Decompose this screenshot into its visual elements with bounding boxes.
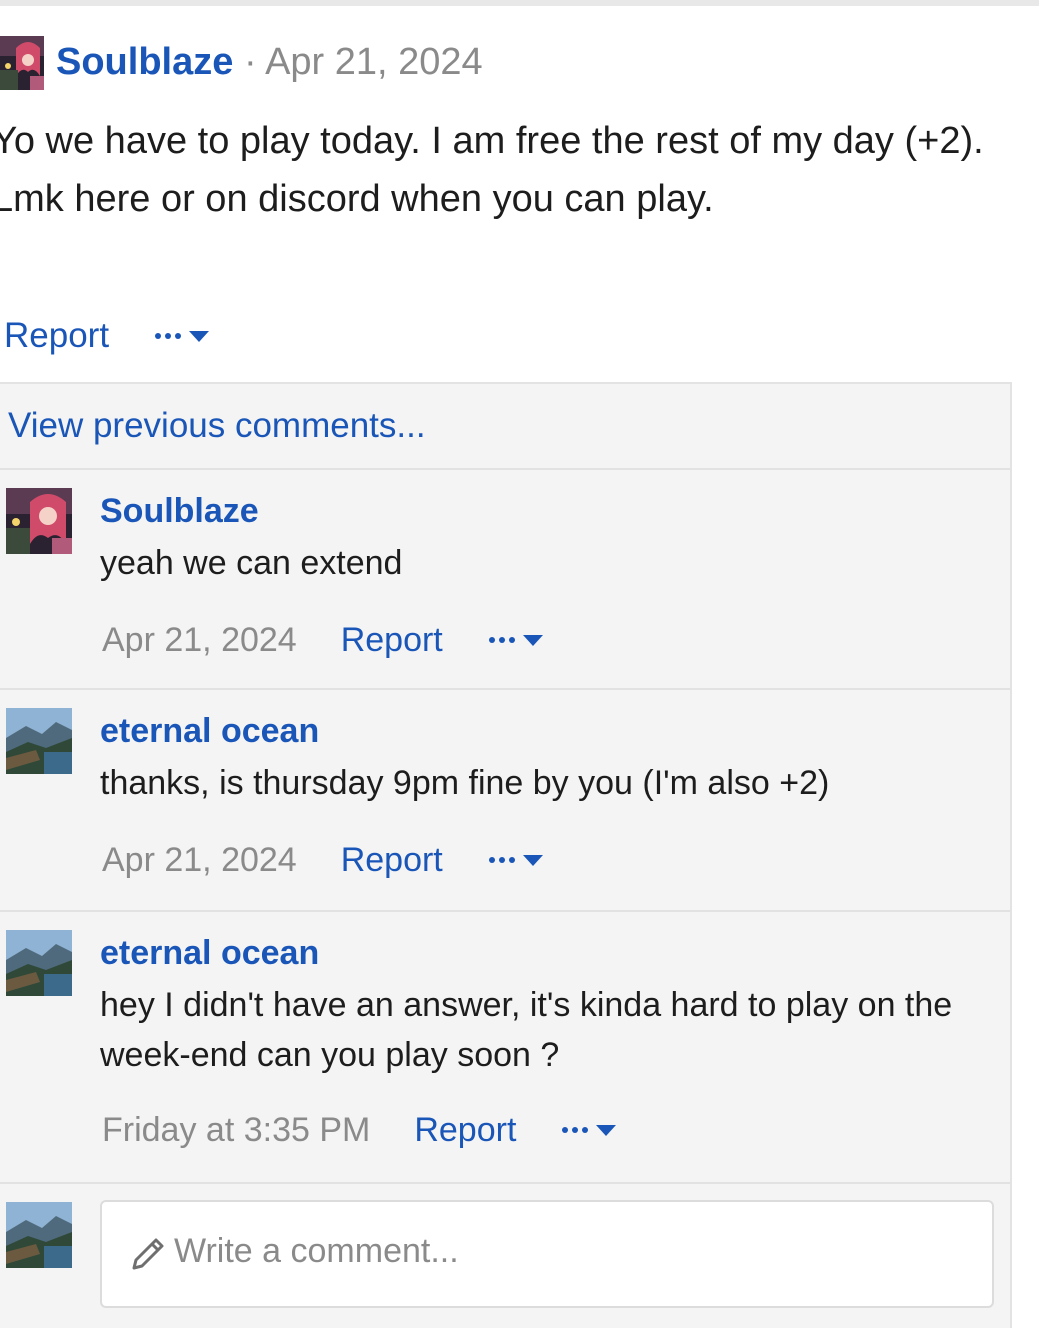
comment-date[interactable]: Friday at 3:35 PM <box>102 1111 370 1150</box>
post-actions: Report <box>4 316 210 356</box>
comment-text: thanks, is thursday 9pm fine by you (I'm… <box>100 764 830 802</box>
comment-author-name[interactable]: Soulblaze <box>100 492 259 531</box>
post-more-options-button[interactable] <box>155 330 210 342</box>
post-body: Yo we have to play today. I am free the … <box>0 112 1012 228</box>
header-separator: · <box>243 41 257 83</box>
caret-down-icon <box>522 634 543 646</box>
comment-input-box[interactable] <box>100 1200 994 1308</box>
post-body-line: Yo we have to play today. I am free the … <box>0 120 984 162</box>
ellipsis-icon <box>488 857 515 863</box>
comment-author-name[interactable]: eternal ocean <box>100 712 319 751</box>
post-body-line: Lmk here or on discord when you can play… <box>0 178 714 220</box>
comment-item: Soulblaze yeah we can extend Apr 21, 202… <box>0 468 1010 690</box>
post-author-name[interactable]: Soulblaze <box>56 41 233 83</box>
ellipsis-icon <box>562 1127 589 1133</box>
comment-date[interactable]: Apr 21, 2024 <box>102 621 297 660</box>
comment-compose <box>0 1182 1010 1332</box>
comment-report-link[interactable]: Report <box>341 621 443 660</box>
comment-input[interactable] <box>174 1232 954 1271</box>
post-report-link[interactable]: Report <box>4 316 109 356</box>
comment-meta: Friday at 3:35 PM Report <box>102 1110 617 1150</box>
comment-item: eternal ocean hey I didn't have an answe… <box>0 910 1010 1182</box>
comments-panel: View previous comments... Soulblaze yeah… <box>0 382 1012 1328</box>
top-divider <box>0 0 1039 6</box>
comment-more-options-button[interactable] <box>562 1124 617 1136</box>
post-author-avatar[interactable] <box>0 36 44 90</box>
comment-author-name[interactable]: eternal ocean <box>100 934 319 973</box>
caret-down-icon <box>596 1124 617 1136</box>
comment-report-link[interactable]: Report <box>414 1111 516 1150</box>
caret-down-icon <box>522 854 543 866</box>
comment-meta: Apr 21, 2024 Report <box>102 620 543 660</box>
current-user-avatar <box>6 1202 72 1268</box>
comment-meta: Apr 21, 2024 Report <box>102 840 543 880</box>
caret-down-icon <box>189 330 210 342</box>
comment-text: hey I didn't have an answer, it's kinda … <box>100 986 953 1074</box>
ellipsis-icon <box>155 333 182 339</box>
comment-report-link[interactable]: Report <box>341 841 443 880</box>
comment-item: eternal ocean thanks, is thursday 9pm fi… <box>0 688 1010 910</box>
comment-date[interactable]: Apr 21, 2024 <box>102 841 297 880</box>
comment-more-options-button[interactable] <box>488 854 543 866</box>
ellipsis-icon <box>488 637 515 643</box>
pencil-icon <box>132 1238 164 1270</box>
comment-text: yeah we can extend <box>100 544 403 582</box>
comment-author-avatar[interactable] <box>6 708 72 774</box>
post-header: Soulblaze · Apr 21, 2024 <box>56 42 483 82</box>
comment-more-options-button[interactable] <box>488 634 543 646</box>
comment-author-avatar[interactable] <box>6 930 72 996</box>
post-date[interactable]: Apr 21, 2024 <box>265 41 483 83</box>
comment-author-avatar[interactable] <box>6 488 72 554</box>
view-previous-comments-link[interactable]: View previous comments... <box>8 406 426 446</box>
